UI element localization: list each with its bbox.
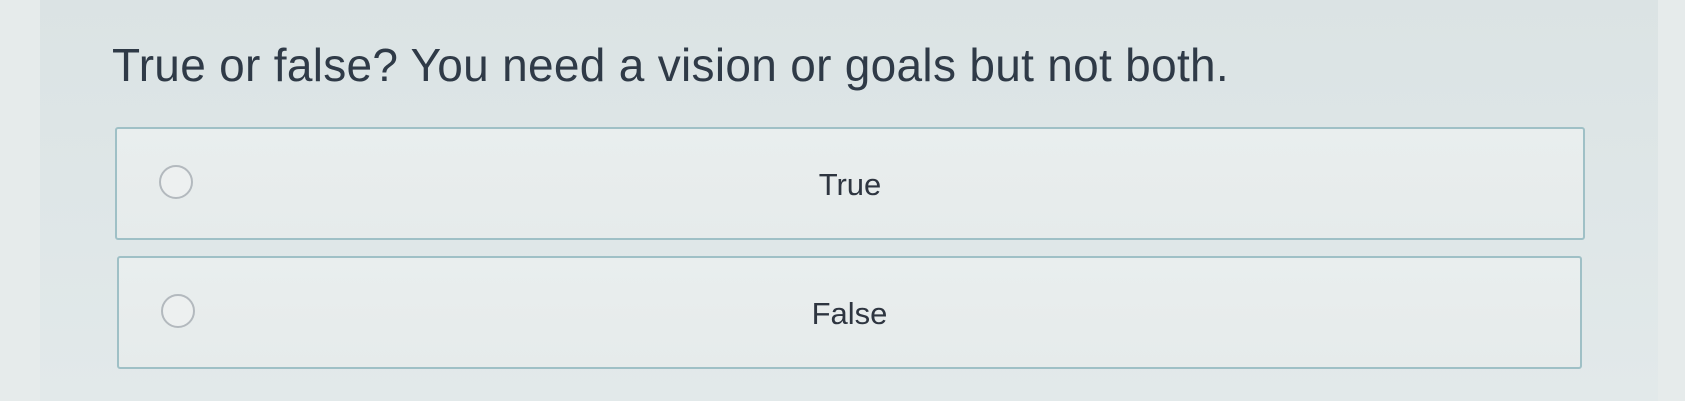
question-text: True or false? You need a vision or goal… <box>112 39 1229 91</box>
option-true[interactable]: True <box>115 127 1585 240</box>
option-label-false: False <box>811 296 888 331</box>
option-label-true: True <box>818 167 882 202</box>
option-false[interactable]: False <box>117 256 1582 369</box>
